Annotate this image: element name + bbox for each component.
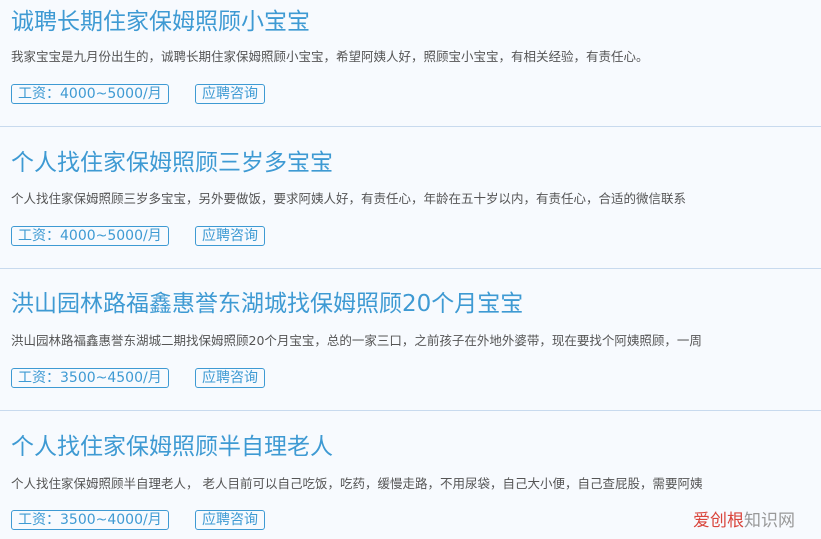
salary-badge: 工资：3500~4000/月 (11, 510, 169, 530)
listing-description: 我家宝宝是九月份出生的，诚聘长期住家保姆照顾小宝宝，希望阿姨人好，照顾宝小宝宝，… (11, 49, 649, 64)
salary-badge: 工资：3500~4500/月 (11, 368, 169, 388)
watermark-suffix: 知识网 (744, 511, 795, 531)
listing-item: 洪山园林路福鑫惠誉东湖城找保姆照顾20个月宝宝 洪山园林路福鑫惠誉东湖城二期找保… (0, 269, 821, 411)
listing-item: 诚聘长期住家保姆照顾小宝宝 我家宝宝是九月份出生的，诚聘长期住家保姆照顾小宝宝，… (0, 0, 821, 127)
listing-title[interactable]: 个人找住家保姆照顾三岁多宝宝 (11, 143, 333, 177)
listing-description: 个人找住家保姆照顾半自理老人， 老人目前可以自己吃饭，吃药，缓慢走路，不用尿袋，… (11, 476, 703, 491)
listing-title[interactable]: 诚聘长期住家保姆照顾小宝宝 (11, 2, 310, 36)
consult-button[interactable]: 应聘咨询 (195, 84, 265, 104)
watermark-brand: 爱创根 (693, 511, 744, 531)
listing-description: 个人找住家保姆照顾三岁多宝宝，另外要做饭，要求阿姨人好，有责任心，年龄在五十岁以… (11, 191, 687, 206)
consult-button[interactable]: 应聘咨询 (195, 368, 265, 388)
listing-title[interactable]: 洪山园林路福鑫惠誉东湖城找保姆照顾20个月宝宝 (11, 284, 523, 318)
listing-title[interactable]: 个人找住家保姆照顾半自理老人 (11, 427, 333, 461)
site-watermark: 爱创根知识网 (693, 506, 795, 531)
listing-description: 洪山园林路福鑫惠誉东湖城二期找保姆照顾20个月宝宝，总的一家三口，之前孩子在外地… (11, 333, 702, 348)
salary-badge: 工资：4000~5000/月 (11, 84, 169, 104)
consult-button[interactable]: 应聘咨询 (195, 226, 265, 246)
listing-item: 个人找住家保姆照顾三岁多宝宝 个人找住家保姆照顾三岁多宝宝，另外要做饭，要求阿姨… (0, 127, 821, 269)
salary-badge: 工资：4000~5000/月 (11, 226, 169, 246)
consult-button[interactable]: 应聘咨询 (195, 510, 265, 530)
